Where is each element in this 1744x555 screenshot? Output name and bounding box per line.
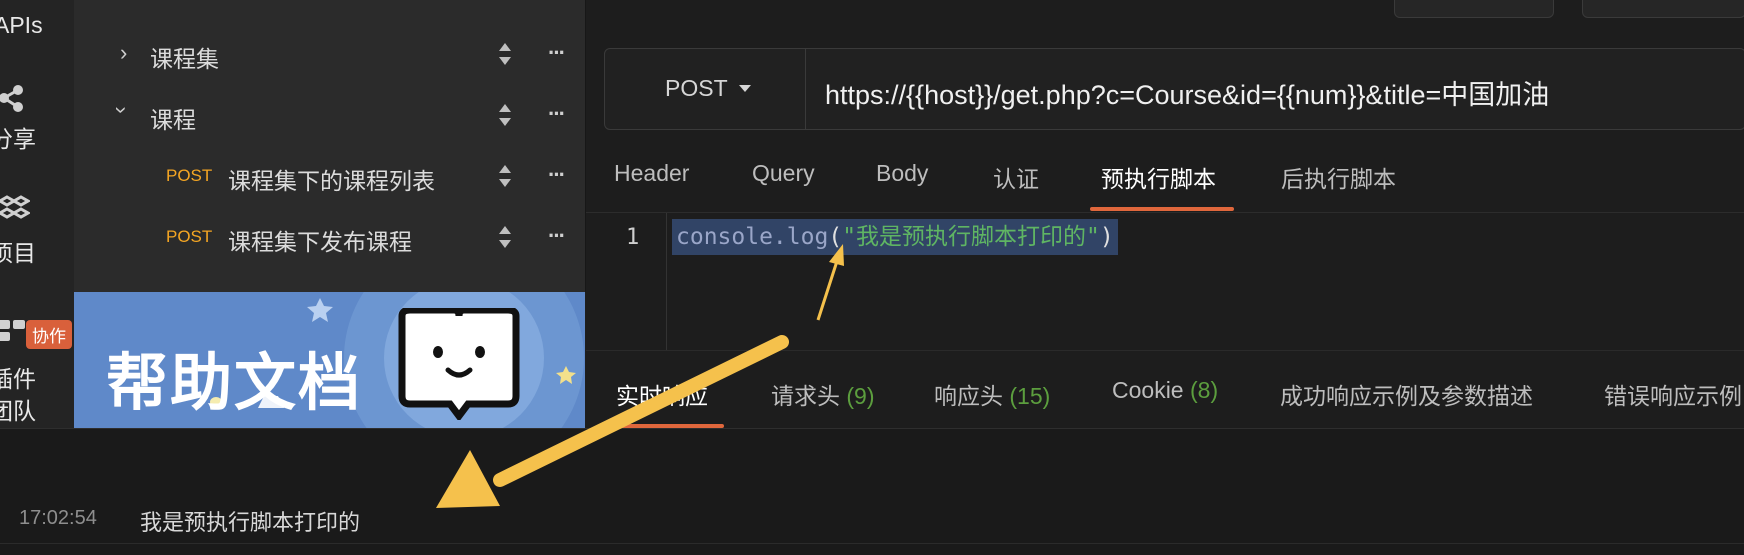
collab-badge: 协作 <box>26 320 72 349</box>
code-function: console.log <box>676 224 829 250</box>
tab-label: 响应头 <box>934 383 1003 409</box>
tab-count: (9) <box>846 383 875 409</box>
method-tag: POST <box>166 227 213 246</box>
tab-body[interactable]: Body <box>876 160 928 187</box>
chevron-right-icon: › <box>120 40 128 65</box>
sort-icon[interactable] <box>498 223 512 251</box>
tab-live-response[interactable]: 实时响应 <box>616 377 708 411</box>
tree-item-label: 课程集下发布课程 <box>228 229 412 255</box>
tree-api-publish-course[interactable]: POST 课程集下发布课程 ··· <box>74 209 585 265</box>
code-paren-close: ) <box>1099 224 1114 250</box>
nav-item-team[interactable]: 团队 <box>0 396 60 428</box>
nav-item-label: 插件 <box>0 366 36 392</box>
tab-query[interactable]: Query <box>752 160 815 187</box>
code-paren-open: ( <box>828 224 843 250</box>
tab-pre-script[interactable]: 预执行脚本 <box>1101 160 1216 194</box>
cubes-icon <box>0 195 30 219</box>
nav-item-label: 团队 <box>0 398 36 424</box>
log-timestamp: 17:02:54 <box>19 507 97 529</box>
tab-cookie[interactable]: Cookie (8) <box>1112 377 1218 404</box>
log-message: 我是预执行脚本打印的 <box>140 510 361 535</box>
code-string: "我是预执行脚本打印的" <box>842 224 1100 250</box>
url-bar: POST https://{{host}}/get.php?c=Course&i… <box>604 48 1744 130</box>
tree-item-label: 课程集 <box>150 46 219 72</box>
tab-error-example[interactable]: 错误响应示例 <box>1604 377 1742 411</box>
share-icon <box>0 85 23 112</box>
book-mascot-icon <box>398 308 520 420</box>
chevron-down-icon: › <box>109 106 135 114</box>
api-tree-panel: › 课程集 ··· › 课程 ··· POST 课程集下的课程列表 ··· PO… <box>74 0 586 292</box>
nav-item-apis[interactable]: APIs <box>0 12 43 39</box>
tab-label: 实时响应 <box>616 383 708 409</box>
tab-count: (8) <box>1190 377 1219 403</box>
more-icon[interactable]: ··· <box>548 40 566 66</box>
tab-label: 请求头 <box>771 383 840 409</box>
sort-icon[interactable] <box>498 40 512 68</box>
url-input[interactable]: https://{{host}}/get.php?c=Course&id={{n… <box>825 73 1549 112</box>
response-tabs: 实时响应 请求头 (9) 响应头 (15) Cookie (8) 成功响应示例及… <box>586 350 1744 429</box>
banner-title: 帮助文档 <box>106 349 363 418</box>
tab-request-headers[interactable]: 请求头 (9) <box>771 377 875 411</box>
share-button[interactable] <box>1582 0 1744 18</box>
left-nav-rail: APIs 分享 项目 协作 插件 团队 <box>0 0 74 428</box>
tab-post-script[interactable]: 后执行脚本 <box>1281 160 1396 194</box>
editor-gutter: 1 <box>586 213 667 351</box>
tree-header-cutoff <box>114 0 584 6</box>
request-panel: POST https://{{host}}/get.php?c=Course&i… <box>586 0 1744 351</box>
tab-count: (15) <box>1009 383 1051 409</box>
caret-down-icon <box>739 85 751 92</box>
nav-item-plugins[interactable]: 协作 插件 <box>0 318 74 392</box>
tree-item-label: 课程集下的课程列表 <box>228 168 435 194</box>
tree-folder-course[interactable]: › 课程 ··· <box>74 87 585 143</box>
code-line: console.log("我是预执行脚本打印的") <box>672 219 1118 255</box>
api-docs-button[interactable] <box>1394 0 1554 18</box>
more-icon[interactable]: ··· <box>548 101 566 127</box>
console-panel: 17:02:54 我是预执行脚本打印的 <box>0 428 1744 555</box>
tree-item-label: 课程 <box>150 107 196 133</box>
active-tab-indicator <box>1090 207 1234 211</box>
script-editor[interactable]: 1 console.log("我是预执行脚本打印的") <box>586 212 1744 351</box>
line-number: 1 <box>626 225 640 250</box>
tab-response-headers[interactable]: 响应头 (15) <box>934 377 1050 411</box>
sort-icon[interactable] <box>498 101 512 129</box>
more-icon[interactable]: ··· <box>548 162 566 188</box>
nav-item-label: 项目 <box>0 240 36 266</box>
tree-api-course-list[interactable]: POST 课程集下的课程列表 ··· <box>74 148 585 204</box>
request-title-cutoff <box>586 0 706 12</box>
sort-icon[interactable] <box>498 162 512 190</box>
nav-item-share[interactable]: 分享 <box>0 80 60 152</box>
tree-folder-course-set[interactable]: › 课程集 ··· <box>74 26 585 82</box>
nav-item-projects[interactable]: 项目 <box>0 192 60 266</box>
method-select-label: POST <box>665 75 728 101</box>
tab-success-example[interactable]: 成功响应示例及参数描述 <box>1280 377 1533 411</box>
tab-header[interactable]: Header <box>614 160 689 187</box>
method-select[interactable]: POST <box>605 49 806 129</box>
tab-label: Cookie <box>1112 377 1184 403</box>
tab-auth[interactable]: 认证 <box>993 160 1039 194</box>
nav-item-label: 分享 <box>0 126 36 152</box>
grid-icon <box>0 320 25 341</box>
method-tag: POST <box>166 166 213 185</box>
nav-item-label: APIs <box>0 12 43 38</box>
tab-label: 错误响应示例 <box>1604 383 1742 409</box>
divider <box>0 543 1744 544</box>
help-docs-banner[interactable]: 帮助文档 <box>74 292 585 428</box>
tab-label: 成功响应示例及参数描述 <box>1280 383 1533 409</box>
more-icon[interactable]: ··· <box>548 223 566 249</box>
